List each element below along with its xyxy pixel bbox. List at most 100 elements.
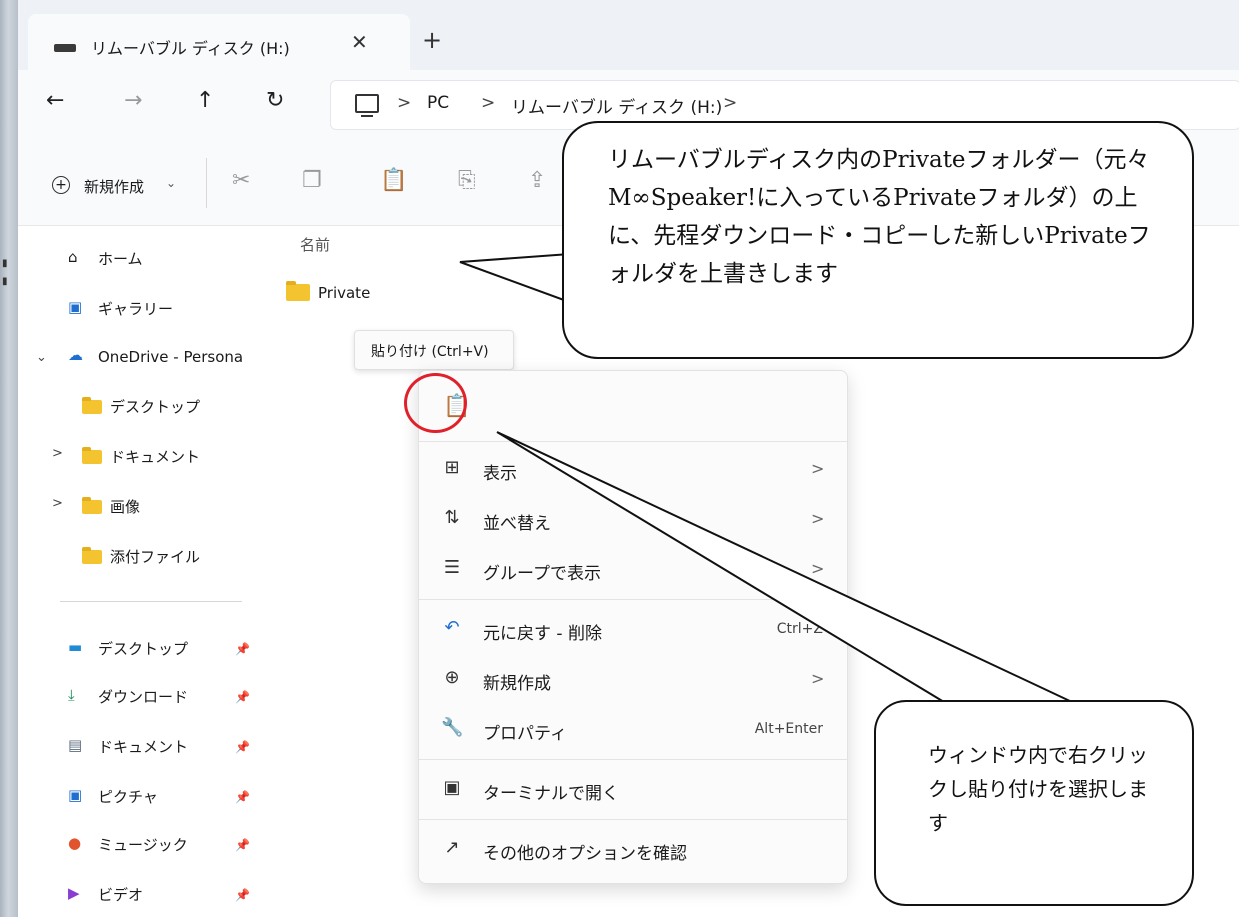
- shortcut-label: Alt+Enter: [754, 721, 823, 737]
- sidebar-item-onedrive[interactable]: OneDrive - Persona: [98, 348, 243, 366]
- menu-item-sort[interactable]: ⇅ 並べ替え >: [419, 497, 847, 543]
- pin-icon[interactable]: 📌: [235, 740, 250, 754]
- pictures-icon: ▣: [68, 786, 83, 804]
- chevron-right-icon[interactable]: >: [52, 496, 63, 511]
- refresh-icon[interactable]: ↻: [266, 88, 284, 113]
- menu-item-label: その他のオプションを確認: [483, 844, 687, 864]
- gallery-icon: ▣: [68, 298, 83, 316]
- folder-icon: [82, 397, 102, 414]
- removable-drive-icon: [54, 44, 76, 52]
- file-item-private[interactable]: Private: [318, 284, 370, 302]
- sidebar-divider: [60, 601, 242, 602]
- copy-icon[interactable]: ❐: [302, 168, 322, 193]
- menu-item-properties[interactable]: 🔧 プロパティ Alt+Enter: [419, 707, 847, 753]
- pin-icon[interactable]: 📌: [235, 838, 250, 852]
- external-open-icon: ↗: [444, 837, 460, 858]
- sidebar-item-attachments[interactable]: 添付ファイル: [110, 546, 200, 567]
- folder-icon: [286, 281, 310, 301]
- context-menu: 📋 ⊞ 表示 > ⇅ 並べ替え > ☰ グループで表示 > ↶ 元に戻す - 削…: [418, 370, 848, 884]
- sidebar-item-home[interactable]: ホーム: [98, 248, 143, 269]
- document-icon: ▤: [68, 736, 83, 754]
- sidebar-item-music[interactable]: ミュージック: [98, 834, 188, 855]
- desktop-glyph: ▮: [2, 276, 8, 287]
- desktop-background-strip: ▮ ▮: [0, 0, 18, 917]
- sidebar-item-pictures-od[interactable]: 画像: [110, 496, 140, 517]
- forward-icon[interactable]: →: [124, 88, 142, 113]
- onedrive-cloud-icon: ☁: [68, 346, 83, 364]
- menu-divider: [419, 599, 847, 600]
- new-button[interactable]: 新規作成: [84, 176, 144, 197]
- menu-item-more-options[interactable]: ↗ その他のオプションを確認: [419, 827, 847, 873]
- chevron-right-icon: >: [811, 509, 825, 528]
- add-circle-icon[interactable]: +: [52, 176, 70, 194]
- list-icon: ☰: [443, 557, 461, 578]
- callout-top-text: リムーバブルディスク内のPrivateフォルダー（元々M∞Speaker!に入っ…: [608, 147, 1151, 287]
- chevron-right-icon[interactable]: >: [52, 446, 63, 461]
- menu-item-view[interactable]: ⊞ 表示 >: [419, 447, 847, 493]
- home-icon: ⌂: [68, 248, 78, 266]
- menu-item-label: ターミナルで開く: [483, 784, 619, 804]
- menu-divider: [419, 819, 847, 820]
- breadcrumb-separator: >: [481, 93, 496, 113]
- sidebar-item-desktop[interactable]: デスクトップ: [98, 638, 188, 659]
- cut-icon[interactable]: ✂: [232, 168, 250, 193]
- pin-icon[interactable]: 📌: [235, 790, 250, 804]
- callout-bottom: ウィンドウ内で右クリックし貼り付けを選択します: [874, 700, 1194, 906]
- sidebar-item-gallery[interactable]: ギャラリー: [98, 298, 173, 319]
- music-icon: ●: [68, 834, 82, 852]
- breadcrumb-separator[interactable]: >: [723, 93, 737, 113]
- sidebar-item-videos[interactable]: ビデオ: [98, 884, 143, 905]
- chevron-down-icon[interactable]: ⌄: [166, 176, 176, 190]
- paste-tooltip: 貼り付け (Ctrl+V): [354, 330, 514, 370]
- breadcrumb-pc[interactable]: PC: [427, 93, 449, 113]
- desktop-icon: ▬: [68, 638, 83, 656]
- menu-item-label: 並べ替え: [483, 514, 551, 534]
- chevron-right-icon: >: [811, 559, 825, 578]
- chevron-right-icon: >: [811, 459, 825, 478]
- sort-icon: ⇅: [444, 507, 460, 528]
- pin-icon[interactable]: 📌: [235, 642, 250, 656]
- desktop-glyph: ▮: [2, 258, 8, 269]
- undo-icon: ↶: [444, 617, 460, 638]
- share-icon[interactable]: ⇪: [528, 168, 546, 193]
- tab-title: リムーバブル ディスク (H:): [91, 39, 290, 58]
- sidebar-item-documents[interactable]: ドキュメント: [98, 736, 188, 757]
- pin-icon[interactable]: 📌: [235, 690, 250, 704]
- folder-icon: [82, 447, 102, 464]
- menu-item-undo-delete[interactable]: ↶ 元に戻す - 削除 Ctrl+Z: [419, 607, 847, 653]
- up-icon[interactable]: ↑: [196, 88, 214, 113]
- menu-divider: [419, 441, 847, 442]
- rename-icon[interactable]: ⎘: [458, 168, 476, 193]
- chevron-right-icon: >: [811, 669, 825, 688]
- new-tab-icon[interactable]: +: [422, 26, 442, 54]
- column-header-name[interactable]: 名前: [300, 234, 330, 255]
- breadcrumb-removable-disk[interactable]: リムーバブル ディスク (H:): [511, 93, 722, 118]
- toolbar-divider: [206, 158, 207, 208]
- wrench-icon: 🔧: [441, 717, 464, 738]
- folder-icon: [82, 497, 102, 514]
- sidebar-item-pictures[interactable]: ピクチャ: [98, 786, 158, 807]
- back-icon[interactable]: ←: [46, 88, 64, 113]
- chevron-down-icon[interactable]: ⌄: [36, 350, 47, 365]
- tooltip-text: 貼り付け (Ctrl+V): [371, 344, 489, 360]
- video-icon: ▶: [68, 884, 80, 902]
- menu-item-new[interactable]: ⊕ 新規作成 >: [419, 657, 847, 703]
- menu-item-label: 表示: [483, 464, 517, 484]
- menu-item-group-by[interactable]: ☰ グループで表示 >: [419, 547, 847, 593]
- shortcut-label: Ctrl+Z: [776, 621, 823, 637]
- add-circle-icon: ⊕: [444, 667, 460, 688]
- folder-icon: [82, 547, 102, 564]
- tab-close-icon[interactable]: ✕: [351, 30, 368, 54]
- menu-divider: [419, 759, 847, 760]
- menu-item-open-terminal[interactable]: ▣ ターミナルで開く: [419, 767, 847, 813]
- menu-item-label: グループで表示: [483, 564, 601, 584]
- menu-item-label: プロパティ: [483, 724, 567, 744]
- menu-item-label: 元に戻す - 削除: [483, 624, 602, 644]
- sidebar-item-documents-od[interactable]: ドキュメント: [110, 446, 200, 467]
- breadcrumb-separator: >: [397, 93, 412, 113]
- pin-icon[interactable]: 📌: [235, 888, 250, 902]
- paste-icon[interactable]: 📋: [380, 168, 407, 193]
- menu-item-label: 新規作成: [483, 674, 551, 694]
- sidebar-item-desktop-od[interactable]: デスクトップ: [110, 396, 200, 417]
- sidebar-item-downloads[interactable]: ダウンロード: [98, 686, 188, 707]
